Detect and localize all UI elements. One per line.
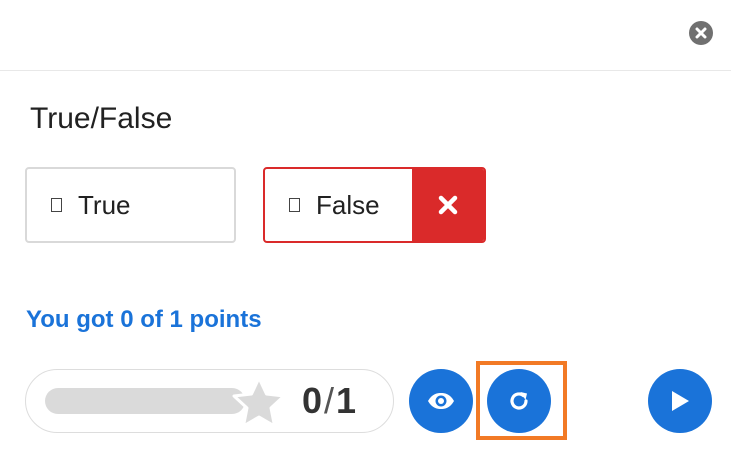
show-solution-button[interactable] xyxy=(409,369,473,433)
score-bar: 0/1 xyxy=(25,369,394,433)
score-current: 0 xyxy=(302,380,323,421)
option-false[interactable]: False xyxy=(263,167,486,243)
retry-button[interactable] xyxy=(487,369,551,433)
close-icon xyxy=(695,27,707,39)
option-false-checkbox[interactable] xyxy=(289,198,300,212)
option-true[interactable]: True xyxy=(25,167,236,243)
score-separator: / xyxy=(324,380,335,421)
next-button[interactable] xyxy=(648,369,712,433)
retry-icon xyxy=(510,392,528,410)
star-icon xyxy=(232,376,286,428)
eye-icon xyxy=(428,393,454,409)
close-button[interactable] xyxy=(689,21,713,45)
play-icon xyxy=(672,391,689,411)
wrong-answer-indicator xyxy=(412,169,484,241)
option-true-checkbox[interactable] xyxy=(51,198,62,212)
top-bar xyxy=(0,0,731,71)
option-true-label: True xyxy=(78,189,131,220)
progress-track xyxy=(45,388,245,414)
score-counter: 0/1 xyxy=(302,380,356,422)
option-false-label: False xyxy=(316,189,380,220)
quiz-panel: True/False True False You got 0 of 1 poi… xyxy=(0,0,731,465)
score-feedback: You got 0 of 1 points xyxy=(26,306,262,333)
score-total: 1 xyxy=(336,380,357,421)
x-icon xyxy=(438,195,458,215)
question-title: True/False xyxy=(30,102,173,135)
